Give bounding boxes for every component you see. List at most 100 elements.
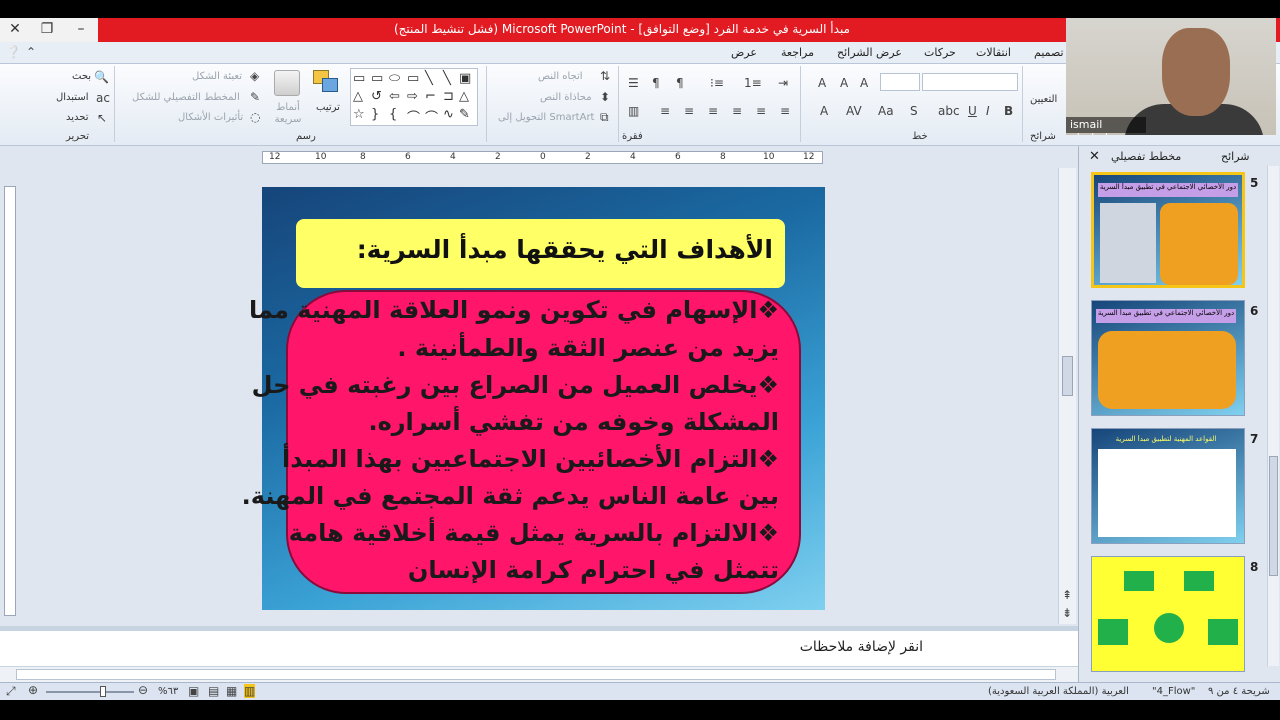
tab-transitions[interactable]: انتقالات [976, 46, 1011, 59]
reset-slide-button[interactable]: التعيين [1030, 94, 1057, 105]
shrink-font-icon[interactable]: A [840, 76, 848, 90]
slide-thumb-5[interactable]: دور الأخصائي الاجتماعي في تطبيق مبدأ الس… [1091, 172, 1245, 288]
tab-slides[interactable]: شرائح [1221, 150, 1250, 163]
thumb-title: دور الأخصائي الاجتماعي في تطبيق مبدأ الس… [1098, 183, 1238, 197]
select-cursor-icon[interactable]: ↖ [97, 111, 107, 125]
ltr-icon[interactable]: ¶ [652, 76, 660, 90]
language-status[interactable]: العربية (المملكة العربية السعودية) [988, 686, 1129, 697]
binoculars-icon[interactable]: 🔍 [94, 70, 109, 84]
close-panel-icon[interactable]: ✕ [1089, 149, 1100, 164]
strikethrough-icon[interactable]: abc [938, 104, 960, 118]
tab-view[interactable]: عرض [731, 46, 757, 59]
bullets-icon[interactable]: ⁝≡ [710, 76, 724, 90]
notes-pane[interactable]: انقر لإضافة ملاحظات [0, 631, 1078, 666]
thumb-title: القواعد المهنية لتطبيق مبدأ السرية [1115, 435, 1217, 443]
thumb-number: 7 [1250, 432, 1259, 446]
italic-icon[interactable]: I [986, 104, 990, 118]
text-direction-icon[interactable]: ⇅ [600, 69, 610, 83]
collapse-ribbon-icon[interactable]: ⌃ [26, 45, 36, 59]
shape-fill-button[interactable]: تعبئة الشكل [192, 71, 242, 82]
panel-scroll-thumb[interactable] [1269, 456, 1278, 576]
normal-view-icon[interactable]: ▥ [244, 684, 256, 698]
shape-outline-button[interactable]: المخطط التفصيلي للشكل [132, 92, 240, 103]
smartart-icon[interactable]: ⧉ [600, 110, 609, 125]
paragraph-group-label: فقرة [622, 131, 643, 142]
shadow-icon[interactable]: S [910, 104, 918, 118]
slideshow-view-icon[interactable]: ▣ [188, 684, 199, 698]
tab-review[interactable]: مراجعة [781, 46, 814, 59]
reading-view-icon[interactable]: ▤ [208, 684, 219, 698]
convert-smartart-button[interactable]: التحويل إلى SmartArt [498, 112, 594, 123]
arrange-icon[interactable] [313, 70, 339, 96]
align-justify-icon[interactable]: ≡ [756, 104, 766, 118]
slide-title[interactable]: الأهداف التي يحققها مبدأ السرية: [296, 219, 785, 288]
slide-thumb-7[interactable]: القواعد المهنية لتطبيق مبدأ السرية [1091, 428, 1245, 544]
tab-design[interactable]: تصميم [1034, 46, 1064, 59]
thumb-center-node [1154, 613, 1184, 643]
tab-outline[interactable]: مخطط تفصيلي [1111, 150, 1181, 163]
select-button[interactable]: تحديد [66, 112, 89, 123]
text-direction-button[interactable]: اتجاه النص [538, 71, 583, 82]
pen-icon[interactable]: ✎ [250, 90, 260, 104]
slide-thumb-6[interactable]: دور الأخصائي الاجتماعي في تطبيق مبدأ الس… [1091, 300, 1245, 416]
vertical-ruler [4, 186, 16, 616]
scrollbar-thumb[interactable] [1062, 356, 1073, 396]
arrange-button[interactable]: ترتيب [316, 102, 340, 113]
find-button[interactable]: بحث [72, 71, 91, 82]
tab-animations[interactable]: حركات [924, 46, 956, 59]
editor-scrollbar[interactable]: ⇞ ⇟ [1058, 168, 1076, 624]
tab-slideshow[interactable]: عرض الشرائح [837, 46, 902, 59]
change-case-icon[interactable]: Aa [878, 104, 894, 118]
font-color-icon[interactable]: A [820, 104, 828, 118]
align-text-icon[interactable]: ⬍ [600, 90, 610, 104]
zoom-slider[interactable] [46, 686, 134, 697]
zoom-level[interactable]: %٦٣ [158, 686, 178, 697]
replace-button[interactable]: استبدال [56, 92, 89, 103]
fit-window-icon[interactable]: ⤢ [6, 684, 16, 699]
prev-slide-icon[interactable]: ⇞ [1062, 588, 1072, 602]
font-size-select[interactable] [880, 73, 920, 91]
justify-icon[interactable]: ≡ [660, 104, 670, 118]
paint-bucket-icon[interactable]: ◈ [250, 69, 259, 83]
grow-font-icon[interactable]: A [860, 76, 868, 90]
columns-icon[interactable]: ▥ [628, 104, 639, 118]
indent-icon[interactable]: ⇥ [778, 76, 788, 90]
sorter-view-icon[interactable]: ▦ [226, 684, 237, 698]
zoom-in-icon[interactable]: ⊕ [28, 683, 38, 697]
bold-icon[interactable]: B [1004, 104, 1013, 118]
clear-format-icon[interactable]: A [818, 76, 826, 90]
shape-effects-button[interactable]: تأثيرات الأشكال [178, 112, 243, 123]
horizontal-scrollbar[interactable] [0, 666, 1078, 682]
quick-styles-icon[interactable] [274, 70, 300, 96]
align-left-icon[interactable]: ≡ [684, 104, 694, 118]
align-center-icon[interactable]: ≡ [732, 104, 742, 118]
font-family-select[interactable] [922, 73, 1018, 91]
quick-styles-button[interactable]: أنماط سريعة [270, 102, 306, 126]
thumb-photos [1100, 203, 1156, 283]
slide-body-box[interactable]: ❖الإسهام في تكوين ونمو العلاقة المهنية م… [242, 290, 801, 594]
char-spacing-icon[interactable]: AV [846, 104, 862, 118]
restore-icon[interactable]: ❐ [36, 20, 58, 38]
zoom-slider-thumb[interactable] [100, 686, 106, 697]
next-slide-icon[interactable]: ⇟ [1062, 606, 1072, 620]
thumb-number: 6 [1250, 304, 1259, 318]
slide-thumb-8[interactable] [1091, 556, 1245, 672]
align-text-button[interactable]: محاذاة النص [540, 92, 592, 103]
body-line: ❖التزام الأخصائيين الاجتماعيين بهذا المب… [281, 445, 779, 473]
align-right-icon[interactable]: ≡ [708, 104, 718, 118]
replace-icon[interactable]: ac [96, 91, 110, 105]
numbering-icon[interactable]: 1≡ [744, 76, 762, 90]
hscroll-thumb[interactable] [16, 669, 1056, 680]
panel-scrollbar[interactable] [1267, 166, 1279, 666]
zoom-out-icon[interactable]: ⊖ [138, 683, 148, 697]
effects-icon[interactable]: ◌ [250, 110, 260, 124]
align-distribute-icon[interactable]: ≡ [780, 104, 790, 118]
rtl-icon[interactable]: ¶ [676, 76, 684, 90]
theme-status: "4_Flow" [1152, 686, 1196, 697]
underline-icon[interactable]: U [968, 104, 977, 118]
shapes-gallery[interactable]: ▭ ▭ ⬭ ▭ ╲ ╲ ▣ △ ↺ ⇦ ⇨ ⌐ ⊐ △ ☆}{⌒ ⌒ ∿ ✎ [350, 68, 478, 126]
line-spacing-icon[interactable]: ☰ [628, 76, 639, 90]
close-icon[interactable]: ✕ [4, 20, 26, 38]
minimize-icon[interactable]: – [70, 20, 92, 38]
help-icon[interactable]: ❔ [6, 45, 21, 59]
